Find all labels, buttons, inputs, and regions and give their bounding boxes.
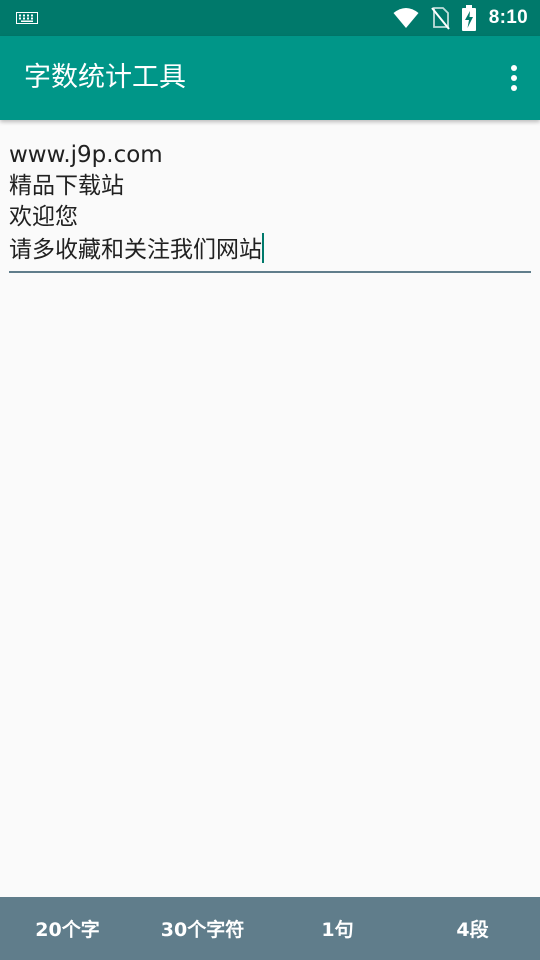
text-input-underline (9, 271, 531, 273)
text-cursor (262, 233, 264, 263)
text-line: 精品下载站 (9, 173, 124, 199)
text-line: www.j9p.com (9, 142, 163, 168)
text-line: 欢迎您 (9, 204, 78, 230)
stats-bar: 20个字 30个字符 1句 4段 (0, 897, 540, 960)
char-count: 20个字 (35, 919, 100, 941)
text-line-last: 请多收藏和关注我们网站 (9, 233, 531, 266)
text-input[interactable]: www.j9p.com 精品下载站欢迎您请多收藏和关注我们网站 (9, 140, 531, 273)
status-time: 8:10 (488, 7, 528, 28)
no-sim-icon (430, 7, 450, 30)
page-title: 字数统计工具 (24, 62, 186, 93)
text-input-content[interactable]: www.j9p.com 精品下载站欢迎您请多收藏和关注我们网站 (9, 140, 531, 266)
battery-charging-icon (461, 5, 476, 31)
sentence-count: 1句 (321, 919, 354, 941)
status-icons: 8:10 (393, 0, 528, 36)
keyboard-icon (16, 12, 38, 24)
status-bar: 8:10 (0, 0, 540, 36)
text-line: 请多收藏和关注我们网站 (9, 237, 262, 263)
wifi-icon (393, 8, 419, 28)
more-vert-icon[interactable] (508, 64, 520, 92)
app-bar: 字数统计工具 (0, 36, 540, 120)
character-count: 30个字符 (160, 919, 245, 941)
paragraph-count: 4段 (456, 919, 489, 941)
